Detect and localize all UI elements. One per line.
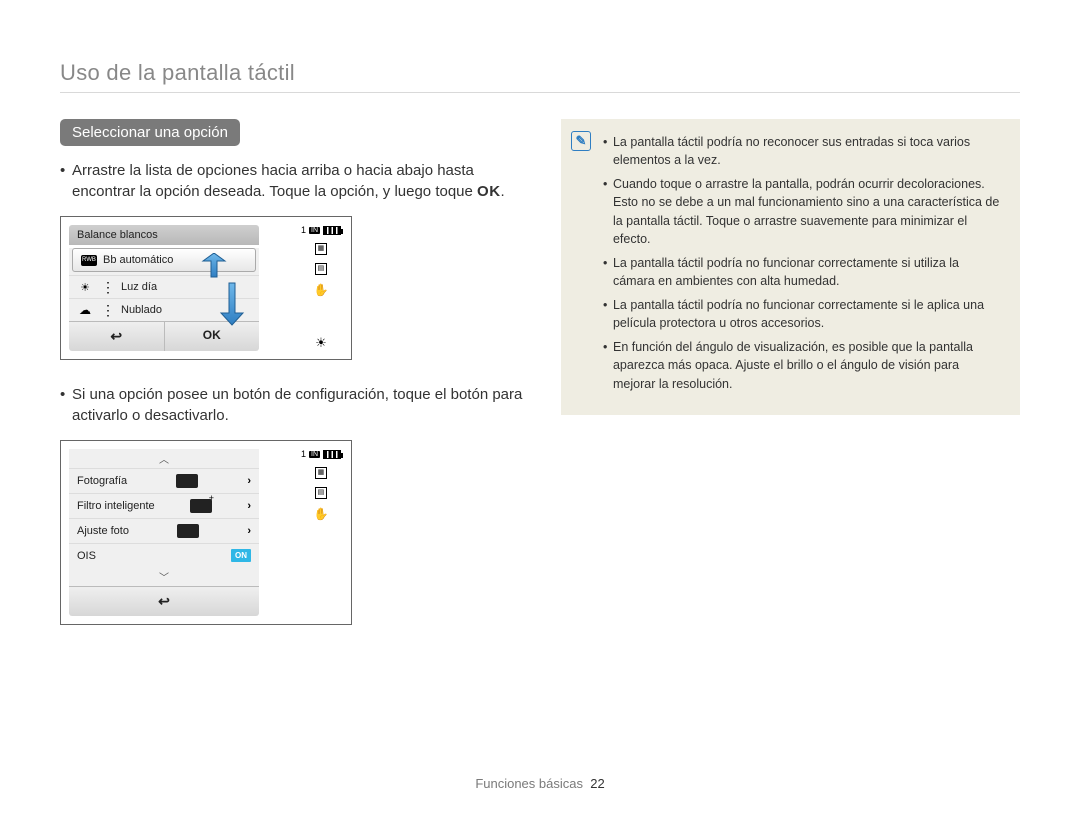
device-mock-settings: ︿ Fotografía › Filtro inteligente › [60, 440, 352, 625]
brightness-icon [315, 335, 327, 351]
cloud-icon [77, 304, 93, 316]
scroll-up-caret[interactable]: ︿ [69, 449, 259, 468]
battery-icon [323, 226, 341, 235]
rwb-icon: RWB [81, 255, 97, 266]
mode-icon: ▤ [315, 263, 327, 275]
ok-button[interactable]: OK [165, 322, 260, 351]
value-chip-plus-icon [190, 499, 212, 513]
internal-memory-icon: IN [309, 451, 320, 458]
battery-icon [323, 450, 341, 459]
card-icon: ▦ [315, 243, 327, 255]
setting-label: Fotografía [77, 475, 127, 487]
ois-toggle[interactable]: ON [231, 549, 251, 562]
chevron-right-icon: › [247, 525, 251, 537]
option-label: Luz día [121, 281, 157, 293]
back-button[interactable] [69, 322, 165, 351]
option-cloudy[interactable]: ⋮ Nublado [69, 298, 259, 321]
dotted-indicator-icon: ⋮ [101, 284, 115, 290]
shots-remaining: 1 [301, 225, 306, 235]
value-chip-icon [176, 474, 198, 488]
device-mock-white-balance: Balance blancos RWB Bb automático ⋮ Luz … [60, 216, 352, 360]
note-item: En función del ángulo de visualización, … [613, 338, 1004, 392]
section-heading: Seleccionar una opción [60, 119, 240, 146]
scroll-down-caret[interactable]: ﹀ [69, 567, 259, 586]
para2-text: Si una opción posee un botón de configur… [72, 384, 529, 426]
sun-icon [77, 281, 93, 293]
note-item: La pantalla táctil podría no funcionar c… [613, 254, 1004, 290]
option-auto-wb[interactable]: RWB Bb automático [72, 248, 256, 272]
option-daylight[interactable]: ⋮ Luz día [69, 275, 259, 298]
hand-shake-icon [314, 283, 329, 297]
setting-label: Ajuste foto [77, 525, 129, 537]
internal-memory-icon: IN [309, 227, 320, 234]
mode-icon: ▤ [315, 487, 327, 499]
footer-section: Funciones básicas [475, 776, 583, 791]
value-chip-icon [177, 524, 199, 538]
note-item: La pantalla táctil podría no reconocer s… [613, 133, 1004, 169]
setting-fotografia[interactable]: Fotografía › [69, 468, 259, 493]
option-label: Nublado [121, 304, 162, 316]
hand-shake-icon [314, 507, 329, 521]
status-icons: 1 IN ▦ ▤ [301, 449, 341, 521]
paragraph-2: • Si una opción posee un botón de config… [60, 384, 529, 426]
option-label: Bb automático [103, 254, 173, 266]
ok-inline-label: OK [477, 183, 501, 200]
note-icon [571, 131, 591, 151]
setting-label: OIS [77, 550, 96, 562]
para1-text-b: . [501, 183, 505, 200]
page-number: 22 [590, 776, 604, 791]
page-footer: Funciones básicas 22 [0, 776, 1080, 791]
card-icon: ▦ [315, 467, 327, 479]
setting-ajuste-foto[interactable]: Ajuste foto › [69, 518, 259, 543]
setting-label: Filtro inteligente [77, 500, 155, 512]
chevron-right-icon: › [247, 475, 251, 487]
lcd-header: Balance blancos [69, 225, 259, 245]
back-button[interactable] [69, 587, 259, 616]
paragraph-1: • Arrastre la lista de opciones hacia ar… [60, 160, 529, 202]
para1-text-a: Arrastre la lista de opciones hacia arri… [72, 162, 477, 200]
title-rule [60, 92, 1020, 93]
setting-ois[interactable]: OIS ON [69, 543, 259, 567]
note-item: La pantalla táctil podría no funcionar c… [613, 296, 1004, 332]
status-icons: 1 IN ▦ ▤ [301, 225, 341, 351]
dotted-indicator-icon: ⋮ [101, 307, 115, 313]
shots-remaining: 1 [301, 449, 306, 459]
setting-filtro-inteligente[interactable]: Filtro inteligente › [69, 493, 259, 518]
page-title: Uso de la pantalla táctil [60, 60, 1020, 86]
chevron-right-icon: › [247, 500, 251, 512]
note-item: Cuando toque o arrastre la pantalla, pod… [613, 175, 1004, 248]
note-box: •La pantalla táctil podría no reconocer … [561, 119, 1020, 415]
